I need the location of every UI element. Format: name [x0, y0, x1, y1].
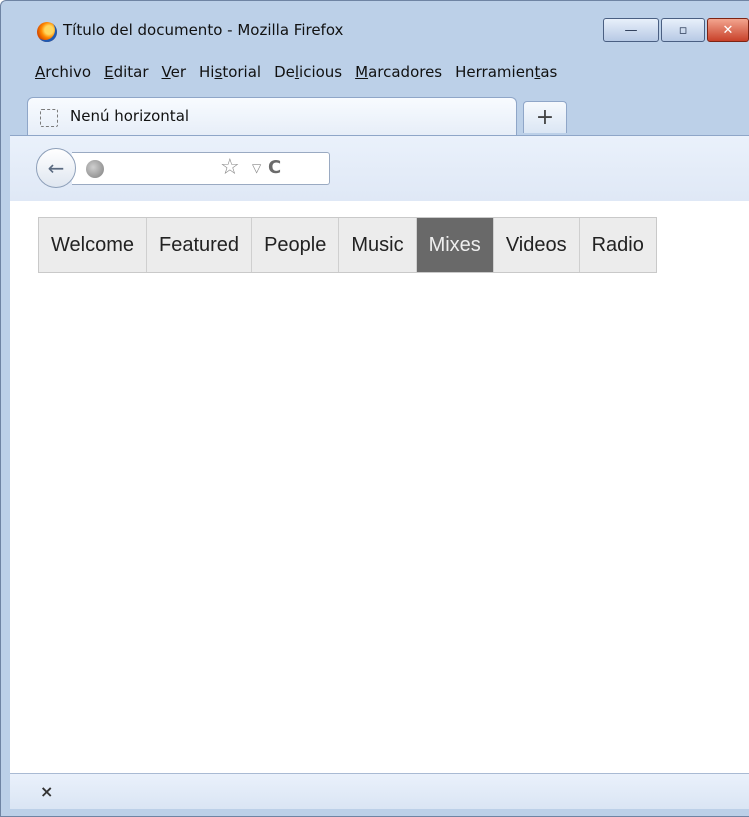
- menu-bar: Archivo Editar Ver Historial Delicious M…: [35, 63, 557, 81]
- menu-marcadores[interactable]: Marcadores: [355, 63, 442, 81]
- menu-accel: E: [104, 63, 114, 81]
- minimize-button[interactable]: —: [603, 18, 659, 42]
- navigation-toolbar: ☆ ▽ C ←: [10, 135, 749, 201]
- menu-editar[interactable]: Editar: [104, 63, 148, 81]
- menu-label-post: er: [170, 63, 187, 81]
- menu-label-pre: Hi: [199, 63, 215, 81]
- menu-accel: M: [355, 63, 369, 81]
- window-controls: — ▫ ✕: [603, 18, 749, 42]
- menu-label-post: icious: [299, 63, 343, 81]
- menu-label-post: arcadores: [368, 63, 443, 81]
- maximize-button[interactable]: ▫: [661, 18, 705, 42]
- title-bar: Título del documento - Mozilla Firefox —…: [9, 1, 749, 57]
- menu-accel: A: [35, 63, 46, 81]
- close-button[interactable]: ✕: [707, 18, 749, 42]
- menu-item-mixes[interactable]: Mixes: [416, 218, 494, 272]
- url-bar[interactable]: ☆ ▽ C: [72, 152, 330, 185]
- menu-delicious[interactable]: Delicious: [274, 63, 342, 81]
- menu-label-post: ditar: [113, 63, 149, 81]
- window-title: Título del documento - Mozilla Firefox: [63, 21, 344, 39]
- horizontal-menu: Welcome Featured People Music Mixes Vide…: [38, 217, 657, 273]
- menu-herramientas[interactable]: Herramientas: [455, 63, 557, 81]
- menu-label-post: rchivo: [45, 63, 92, 81]
- menu-label-pre: De: [274, 63, 295, 81]
- close-status-button[interactable]: ×: [40, 782, 53, 801]
- page-content: Welcome Featured People Music Mixes Vide…: [10, 201, 749, 773]
- globe-icon: [86, 160, 104, 178]
- menu-ver[interactable]: Ver: [162, 63, 187, 81]
- tab-active[interactable]: Nenú horizontal: [27, 97, 517, 135]
- reload-icon[interactable]: C: [268, 157, 281, 178]
- menu-item-people[interactable]: People: [252, 218, 340, 272]
- blank-page-icon: [40, 109, 58, 127]
- back-button[interactable]: ←: [36, 148, 76, 188]
- history-dropdown-icon[interactable]: ▽: [252, 161, 261, 175]
- browser-window: Título del documento - Mozilla Firefox —…: [0, 0, 749, 817]
- new-tab-button[interactable]: +: [523, 101, 567, 133]
- bookmark-star-icon[interactable]: ☆: [220, 155, 240, 180]
- tab-label: Nenú horizontal: [70, 107, 190, 125]
- menu-label-post: torial: [222, 63, 262, 81]
- menu-label-post: as: [540, 63, 558, 81]
- menu-accel: V: [161, 63, 171, 81]
- menu-item-videos[interactable]: Videos: [494, 218, 580, 272]
- status-bar: ×: [10, 773, 749, 809]
- menu-item-music[interactable]: Music: [339, 218, 417, 272]
- tab-strip: Nenú horizontal +: [27, 97, 749, 135]
- menu-label-pre: Herramien: [455, 63, 535, 81]
- firefox-logo-icon: [37, 22, 57, 42]
- menu-historial[interactable]: Historial: [199, 63, 261, 81]
- menu-item-radio[interactable]: Radio: [580, 218, 656, 272]
- menu-archivo[interactable]: Archivo: [35, 63, 91, 81]
- menu-item-featured[interactable]: Featured: [147, 218, 253, 272]
- menu-item-welcome[interactable]: Welcome: [39, 218, 147, 272]
